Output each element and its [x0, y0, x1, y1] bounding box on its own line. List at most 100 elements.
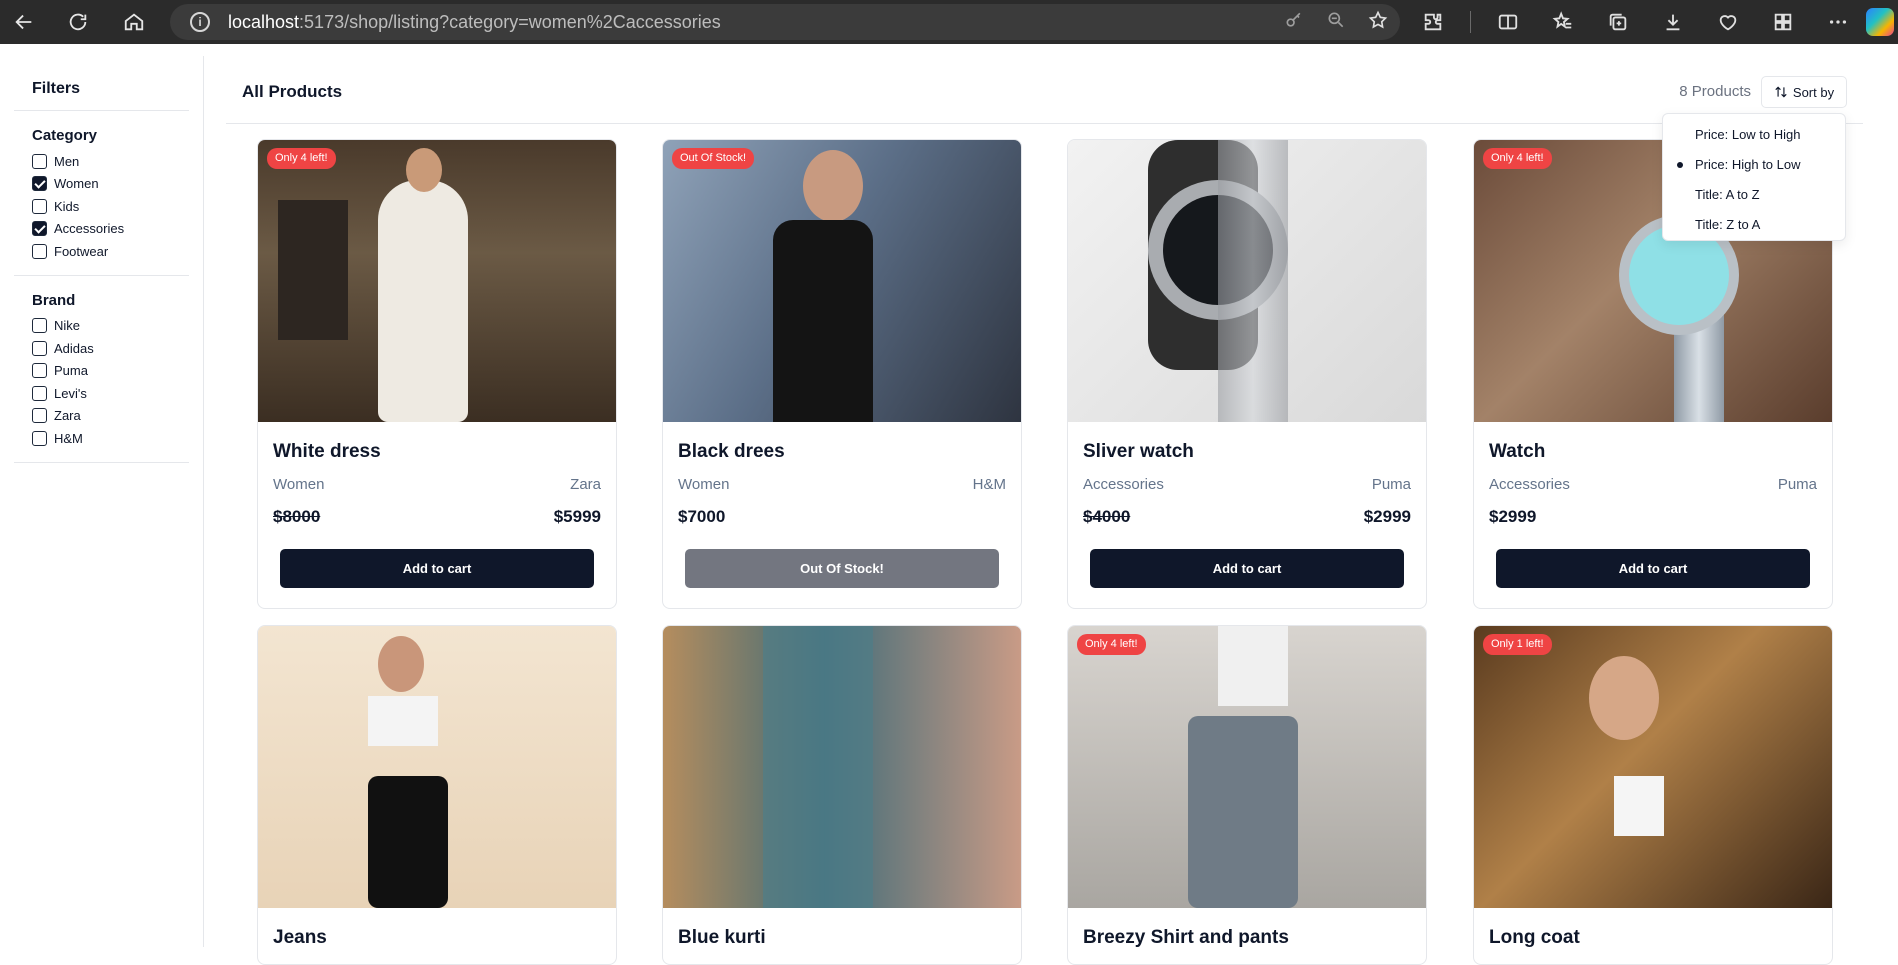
product-image[interactable]: [258, 626, 616, 908]
product-category: Women: [678, 476, 730, 493]
filter-option-footwear[interactable]: Footwear: [32, 240, 189, 263]
product-title[interactable]: Black drees: [678, 441, 785, 463]
out-of-stock-button[interactable]: Out Of Stock!: [685, 549, 999, 588]
category-heading: Category: [32, 127, 98, 144]
add-to-cart-button[interactable]: Add to cart: [1496, 549, 1810, 588]
stock-badge: Only 1 left!: [1483, 634, 1552, 655]
filters-sidebar: Filters Category Men Women Kids Accessor…: [14, 66, 189, 463]
product-title[interactable]: Blue kurti: [678, 927, 766, 949]
url-text[interactable]: localhost:5173/shop/listing?category=wom…: [228, 12, 721, 33]
product-image[interactable]: [1068, 140, 1426, 422]
sort-button[interactable]: Sort by: [1761, 76, 1847, 108]
product-card[interactable]: Only 4 left! White dress Women Zara $800…: [257, 139, 617, 609]
stock-badge: Out Of Stock!: [672, 148, 755, 169]
checkbox[interactable]: [32, 198, 47, 214]
option-label: Zara: [54, 408, 81, 424]
product-image[interactable]: Only 4 left!: [258, 140, 616, 422]
filter-option-men[interactable]: Men: [32, 150, 189, 173]
checkbox[interactable]: [32, 408, 47, 424]
stock-badge: Only 4 left!: [267, 148, 336, 169]
collections-icon[interactable]: [1600, 4, 1636, 40]
filter-option-nike[interactable]: Nike: [32, 315, 189, 338]
product-title[interactable]: Breezy Shirt and pants: [1083, 927, 1289, 949]
filters-title: Filters: [14, 66, 189, 111]
option-label: Women: [54, 176, 99, 192]
checkbox[interactable]: [32, 221, 47, 237]
checkbox[interactable]: [32, 318, 47, 334]
product-category: Women: [273, 476, 325, 493]
product-category: Accessories: [1489, 476, 1570, 493]
product-image[interactable]: Only 1 left!: [1474, 626, 1832, 908]
checkbox[interactable]: [32, 340, 47, 356]
option-label: Nike: [54, 318, 81, 334]
site-info-icon[interactable]: i: [190, 12, 210, 32]
back-icon[interactable]: [4, 4, 44, 40]
product-card[interactable]: Only 1 left! Long coat: [1473, 625, 1833, 965]
product-card[interactable]: Jeans: [257, 625, 617, 965]
sort-option-label: Price: Low to High: [1695, 127, 1801, 142]
checkbox[interactable]: [32, 385, 47, 401]
apps-icon[interactable]: [1765, 4, 1801, 40]
sort-option-title-z-a[interactable]: Title: Z to A: [1663, 210, 1845, 240]
product-title[interactable]: White dress: [273, 441, 381, 463]
checkbox[interactable]: [32, 243, 47, 259]
performance-icon[interactable]: [1710, 4, 1746, 40]
page-title: All Products: [242, 82, 343, 101]
filter-option-levis[interactable]: Levi's: [32, 382, 189, 405]
refresh-icon[interactable]: [58, 4, 98, 40]
filter-option-zara[interactable]: Zara: [32, 405, 189, 428]
product-price: $4000: [1083, 507, 1131, 526]
downloads-icon[interactable]: [1655, 4, 1691, 40]
selected-dot-icon: [1677, 162, 1683, 168]
more-options-icon[interactable]: [1820, 4, 1856, 40]
checkbox[interactable]: [32, 153, 47, 169]
product-sale-price: $2999: [1363, 507, 1411, 526]
favorites-icon[interactable]: [1545, 4, 1581, 40]
address-bar[interactable]: i localhost:5173/shop/listing?category=w…: [170, 4, 1400, 40]
product-card[interactable]: Sliver watch Accessories Puma $4000 $299…: [1067, 139, 1427, 609]
key-icon[interactable]: [1284, 10, 1304, 35]
option-label: Adidas: [54, 340, 94, 356]
extensions-icon[interactable]: [1415, 4, 1451, 40]
sort-option-price-low-high[interactable]: Price: Low to High: [1663, 120, 1845, 150]
product-image[interactable]: Only 4 left!: [1068, 626, 1426, 908]
filter-option-hm[interactable]: H&M: [32, 427, 189, 450]
split-screen-icon[interactable]: [1490, 4, 1526, 40]
sort-option-title-a-z[interactable]: Title: A to Z: [1663, 180, 1845, 210]
browser-toolbar: i localhost:5173/shop/listing?category=w…: [0, 0, 1898, 44]
product-title[interactable]: Long coat: [1489, 927, 1580, 949]
favorite-star-icon[interactable]: [1368, 10, 1388, 35]
filter-option-accessories[interactable]: Accessories: [32, 218, 189, 241]
filter-option-adidas[interactable]: Adidas: [32, 337, 189, 360]
product-title[interactable]: Sliver watch: [1083, 441, 1194, 463]
product-card[interactable]: Out Of Stock! Black drees Women H&M $700…: [662, 139, 1022, 609]
product-card[interactable]: Blue kurti: [662, 625, 1022, 965]
stock-badge: Only 4 left!: [1483, 148, 1552, 169]
filter-option-kids[interactable]: Kids: [32, 195, 189, 218]
product-count: 8 Products: [1679, 83, 1751, 100]
option-label: Puma: [54, 363, 88, 379]
product-image[interactable]: Out Of Stock!: [663, 140, 1021, 422]
product-brand: H&M: [972, 476, 1006, 493]
add-to-cart-button[interactable]: Add to cart: [280, 549, 594, 588]
add-to-cart-button[interactable]: Add to cart: [1090, 549, 1404, 588]
zoom-icon[interactable]: [1326, 10, 1346, 35]
product-title[interactable]: Watch: [1489, 441, 1545, 463]
product-sale-price: $5999: [553, 507, 601, 526]
product-title[interactable]: Jeans: [273, 927, 327, 949]
sort-option-price-high-low[interactable]: Price: High to Low: [1663, 150, 1845, 180]
option-label: Accessories: [54, 221, 125, 237]
home-icon[interactable]: [114, 4, 154, 40]
checkbox[interactable]: [32, 363, 47, 379]
sort-arrows-icon: [1775, 86, 1787, 98]
filter-option-women[interactable]: Women: [32, 173, 189, 196]
sort-option-label: Title: Z to A: [1695, 217, 1761, 232]
product-card[interactable]: Only 4 left! Breezy Shirt and pants: [1067, 625, 1427, 965]
checkbox[interactable]: [32, 430, 47, 446]
option-label: Levi's: [54, 385, 87, 401]
filter-option-puma[interactable]: Puma: [32, 360, 189, 383]
copilot-icon[interactable]: [1866, 8, 1894, 36]
checkbox[interactable]: [32, 176, 47, 192]
product-image[interactable]: [663, 626, 1021, 908]
brand-filter-group: Brand Nike Adidas Puma Levi's Zara H&M: [14, 276, 189, 463]
